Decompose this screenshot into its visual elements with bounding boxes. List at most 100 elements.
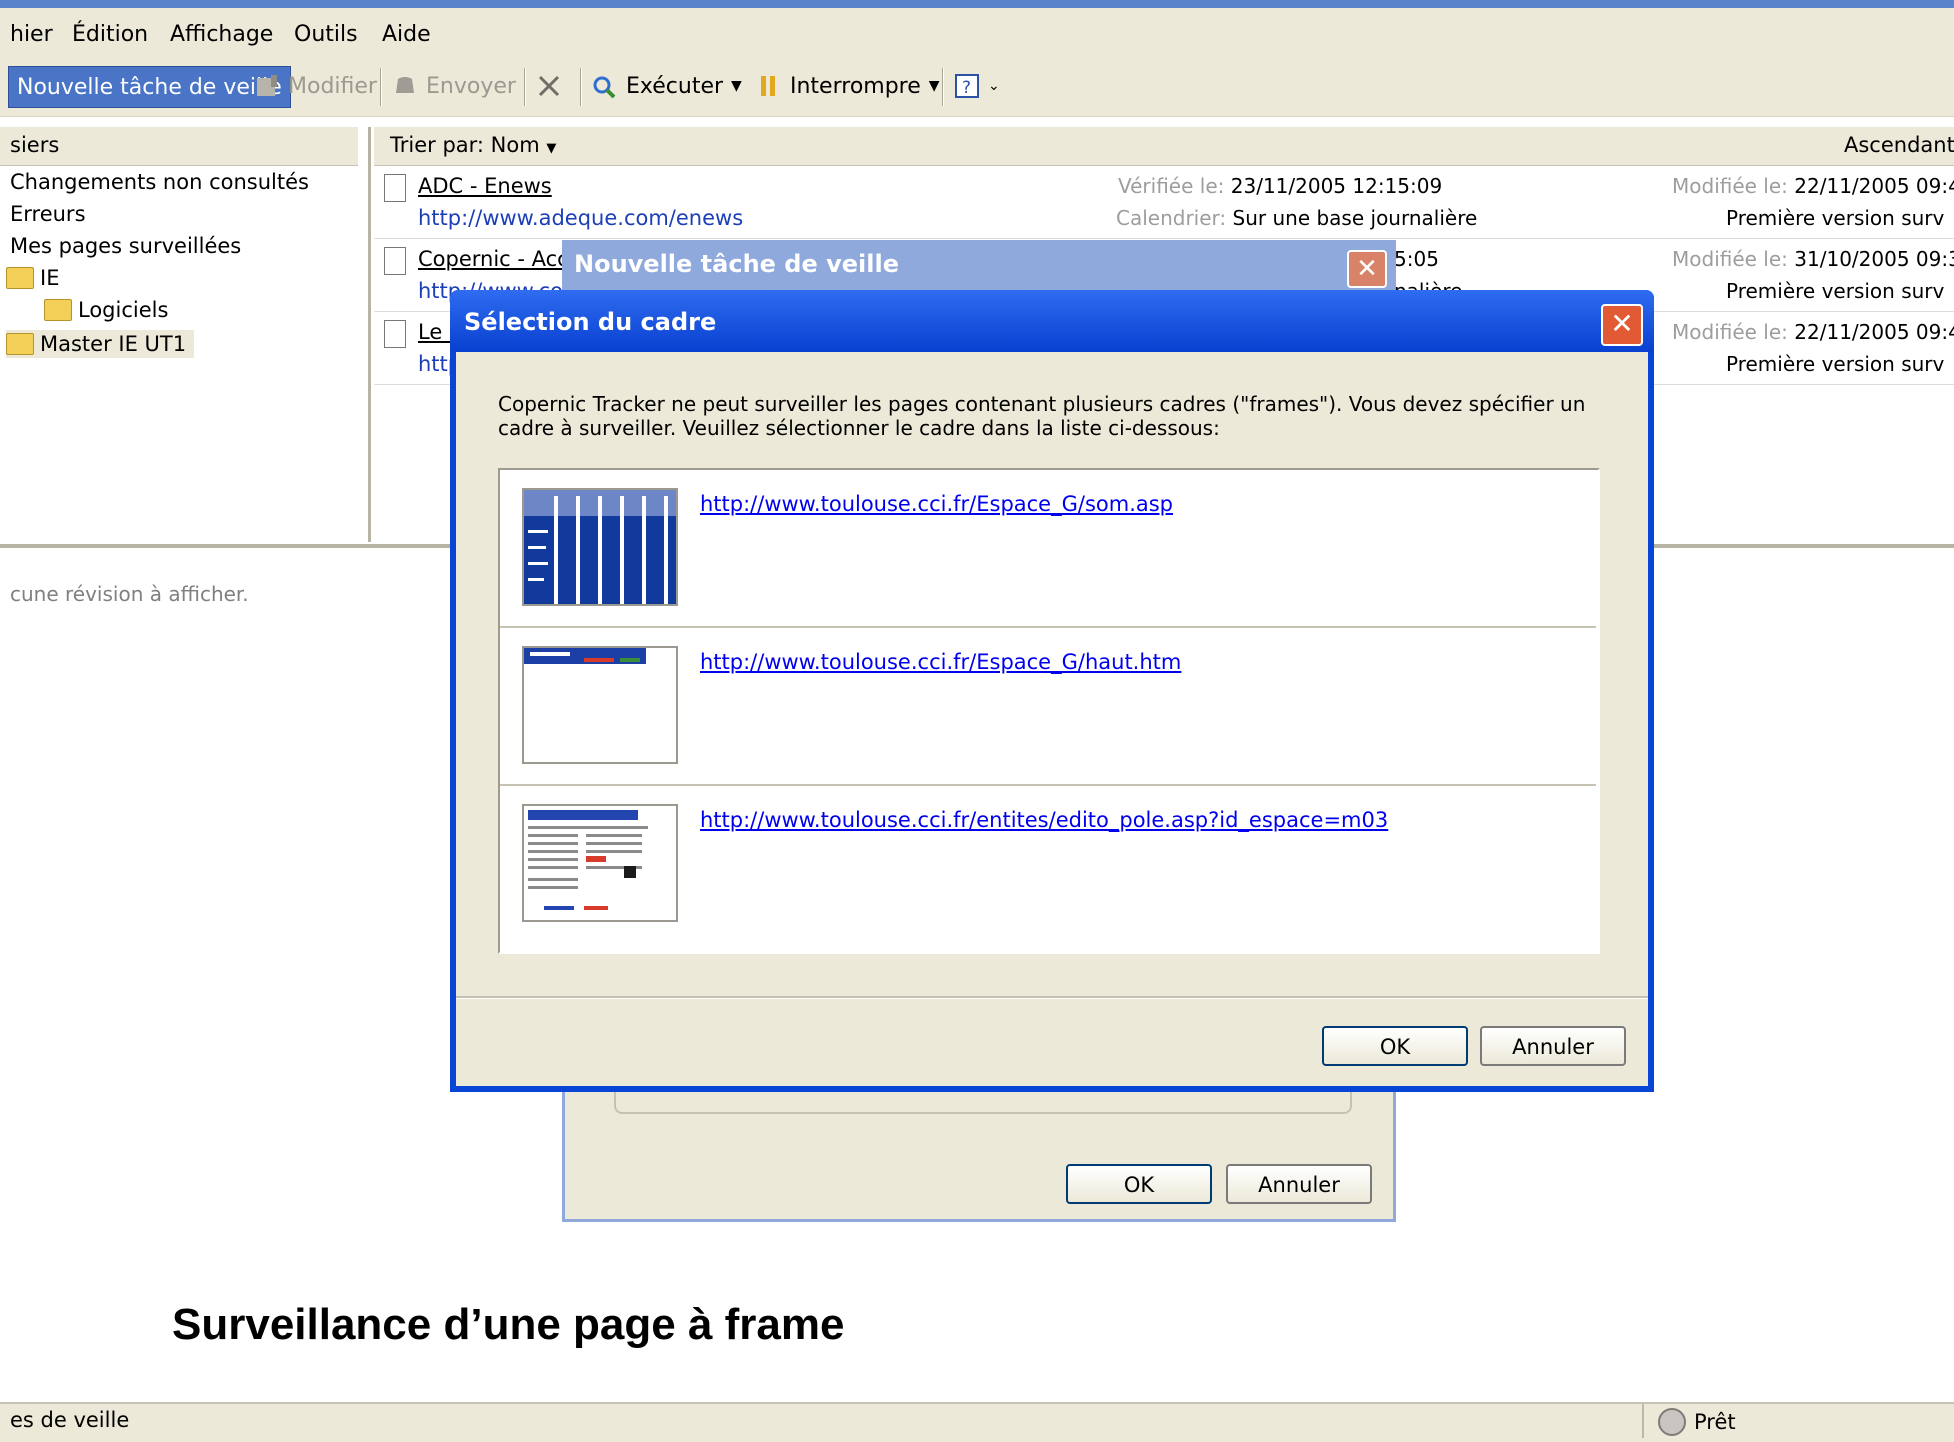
menu-help[interactable]: Aide (382, 22, 431, 47)
run-icon (593, 76, 616, 99)
tree-item-label: IE (40, 266, 60, 290)
folder-icon (6, 267, 34, 289)
first-version: Première version surv (1726, 206, 1945, 230)
frame-thumbnail-image (524, 648, 646, 664)
first-version: Première version surv (1726, 352, 1945, 376)
modified-date: Modifiée le: 22/11/2005 09:4 (1672, 320, 1954, 344)
tree-item-errors[interactable]: Erreurs (10, 202, 86, 226)
help-dropdown-icon[interactable]: ⌄ (988, 78, 1000, 94)
modified-value: 22/11/2005 09:4 (1794, 174, 1954, 198)
frame-link[interactable]: http://www.toulouse.cci.fr/Espace_G/haut… (700, 650, 1181, 674)
close-icon[interactable]: ✕ (1601, 304, 1643, 346)
modified-date: Modifiée le: 31/10/2005 09:3 (1672, 247, 1954, 271)
menu-tools[interactable]: Outils (294, 22, 358, 47)
frame-link[interactable]: http://www.toulouse.cci.fr/Espace_G/som.… (700, 492, 1173, 516)
status-divider (1642, 1404, 1644, 1438)
tree-item-label: Erreurs (10, 202, 86, 226)
pause-icon (761, 76, 775, 96)
delete-button[interactable] (536, 66, 562, 106)
sort-by-button[interactable]: Trier par: Nom ▼ (390, 133, 556, 157)
tree-item-label: Master IE UT1 (40, 332, 187, 356)
send-label: Envoyer (426, 73, 516, 99)
run-button[interactable]: Exécuter ▼ (592, 66, 742, 106)
new-task-dialog-title: Nouvelle tâche de veille (574, 250, 899, 278)
new-task-ok-button[interactable]: OK (1066, 1164, 1212, 1204)
delete-icon (538, 75, 560, 97)
list-header: Trier par: Nom ▼ Ascendant (374, 127, 1954, 166)
help-button[interactable]: ? ⌄ (954, 66, 1000, 106)
new-task-label: Nouvelle tâche de veille (17, 74, 282, 100)
modified-label: Modifiée le: (1672, 320, 1788, 344)
tree-item-label: Changements non consultés (10, 170, 309, 194)
modified-value: 22/11/2005 09:4 (1794, 320, 1954, 344)
dialog-separator (456, 996, 1648, 999)
frame-list-item[interactable]: http://www.toulouse.cci.fr/entites/edito… (500, 786, 1596, 942)
task-title[interactable]: Copernic - Accu (418, 247, 582, 271)
task-url: http://www.adeque.com/enews (418, 206, 744, 230)
slide-caption: Surveillance d’une page à frame (172, 1300, 845, 1349)
frame-link[interactable]: http://www.toulouse.cci.fr/entites/edito… (700, 808, 1388, 832)
folder-icon (44, 299, 72, 321)
pause-dropdown-icon[interactable]: ▼ (929, 78, 940, 94)
frame-thumbnail-image (524, 490, 676, 604)
frame-list: http://www.toulouse.cci.fr/Espace_G/som.… (498, 468, 1600, 954)
frame-cancel-button[interactable]: Annuler (1480, 1026, 1626, 1066)
menu-file[interactable]: hier (10, 22, 53, 47)
toolbar: Nouvelle tâche de veille Modifier Envoye… (0, 58, 1954, 117)
modify-button[interactable]: Modifier (254, 66, 377, 106)
menu-bar: hier Édition Affichage Outils Aide (0, 8, 1954, 64)
close-icon[interactable]: ✕ (1347, 250, 1387, 288)
new-task-cancel-button[interactable]: Annuler (1226, 1164, 1372, 1204)
sort-label: Trier par: Nom (390, 133, 540, 157)
window-border (0, 0, 1954, 8)
frame-selection-message: Copernic Tracker ne peut surveiller les … (498, 392, 1586, 440)
status-ready-label: Prêt (1694, 1410, 1736, 1434)
pause-button[interactable]: Interrompre ▼ (756, 66, 940, 106)
tree-item-master-ie[interactable]: Master IE UT1 (6, 330, 195, 358)
send-icon (396, 77, 414, 93)
run-label: Exécuter (626, 73, 724, 99)
modified-value: 31/10/2005 09:3 (1794, 247, 1954, 271)
page-icon (384, 320, 406, 348)
modify-icon (257, 75, 277, 96)
page-icon (384, 247, 406, 275)
modified-label: Modifiée le: (1672, 247, 1788, 271)
checked-value: 5:05 (1394, 247, 1439, 271)
calendar-info: Calendrier: Sur une base journalière (1116, 206, 1477, 230)
ready-icon (1658, 1408, 1686, 1436)
frame-thumbnail (522, 804, 678, 922)
calendar-value: Sur une base journalière (1232, 206, 1478, 230)
run-dropdown-icon[interactable]: ▼ (731, 78, 742, 94)
frame-thumbnail (522, 488, 678, 606)
menu-edit[interactable]: Édition (72, 22, 148, 47)
calendar-label: Calendrier: (1116, 206, 1227, 230)
task-title[interactable]: ADC - Enews (418, 174, 552, 198)
status-text: es de veille (10, 1408, 130, 1432)
modified-date: Modifiée le: 22/11/2005 09:4 (1672, 174, 1954, 198)
sort-order-button[interactable]: Ascendant (1844, 133, 1954, 157)
help-icon: ? (955, 74, 979, 98)
task-row[interactable]: ADC - Enews http://www.adeque.com/enews … (374, 166, 1954, 239)
send-button[interactable]: Envoyer (392, 66, 516, 106)
folder-pane-title: siers (10, 133, 60, 157)
first-version: Première version surv (1726, 279, 1945, 303)
modified-label: Modifiée le: (1672, 174, 1788, 198)
page-icon (384, 174, 406, 202)
new-task-dialog-titlebar: Nouvelle tâche de veille (562, 240, 1396, 292)
frame-thumbnail (522, 646, 678, 764)
status-ready: Prêt (1658, 1408, 1736, 1436)
tree-item-ie[interactable]: IE (6, 266, 59, 290)
modify-label: Modifier (288, 73, 377, 99)
tree-item-software[interactable]: Logiciels (44, 298, 168, 322)
new-task-button[interactable]: Nouvelle tâche de veille (8, 66, 291, 108)
pause-label: Interrompre (790, 73, 921, 99)
frame-ok-button[interactable]: OK (1322, 1026, 1468, 1066)
frame-list-item[interactable]: http://www.toulouse.cci.fr/Espace_G/som.… (500, 470, 1596, 628)
checked-date: Vérifiée le: 23/11/2005 12:15:09 (1118, 174, 1442, 198)
menu-view[interactable]: Affichage (170, 22, 273, 47)
frame-list-item[interactable]: http://www.toulouse.cci.fr/Espace_G/haut… (500, 628, 1596, 786)
tree-item-monitored-pages[interactable]: Mes pages surveillées (10, 234, 241, 258)
tree-item-unread-changes[interactable]: Changements non consultés (10, 170, 309, 194)
checked-label: Vérifiée le: (1118, 174, 1225, 198)
checked-value: 23/11/2005 12:15:09 (1230, 174, 1443, 198)
